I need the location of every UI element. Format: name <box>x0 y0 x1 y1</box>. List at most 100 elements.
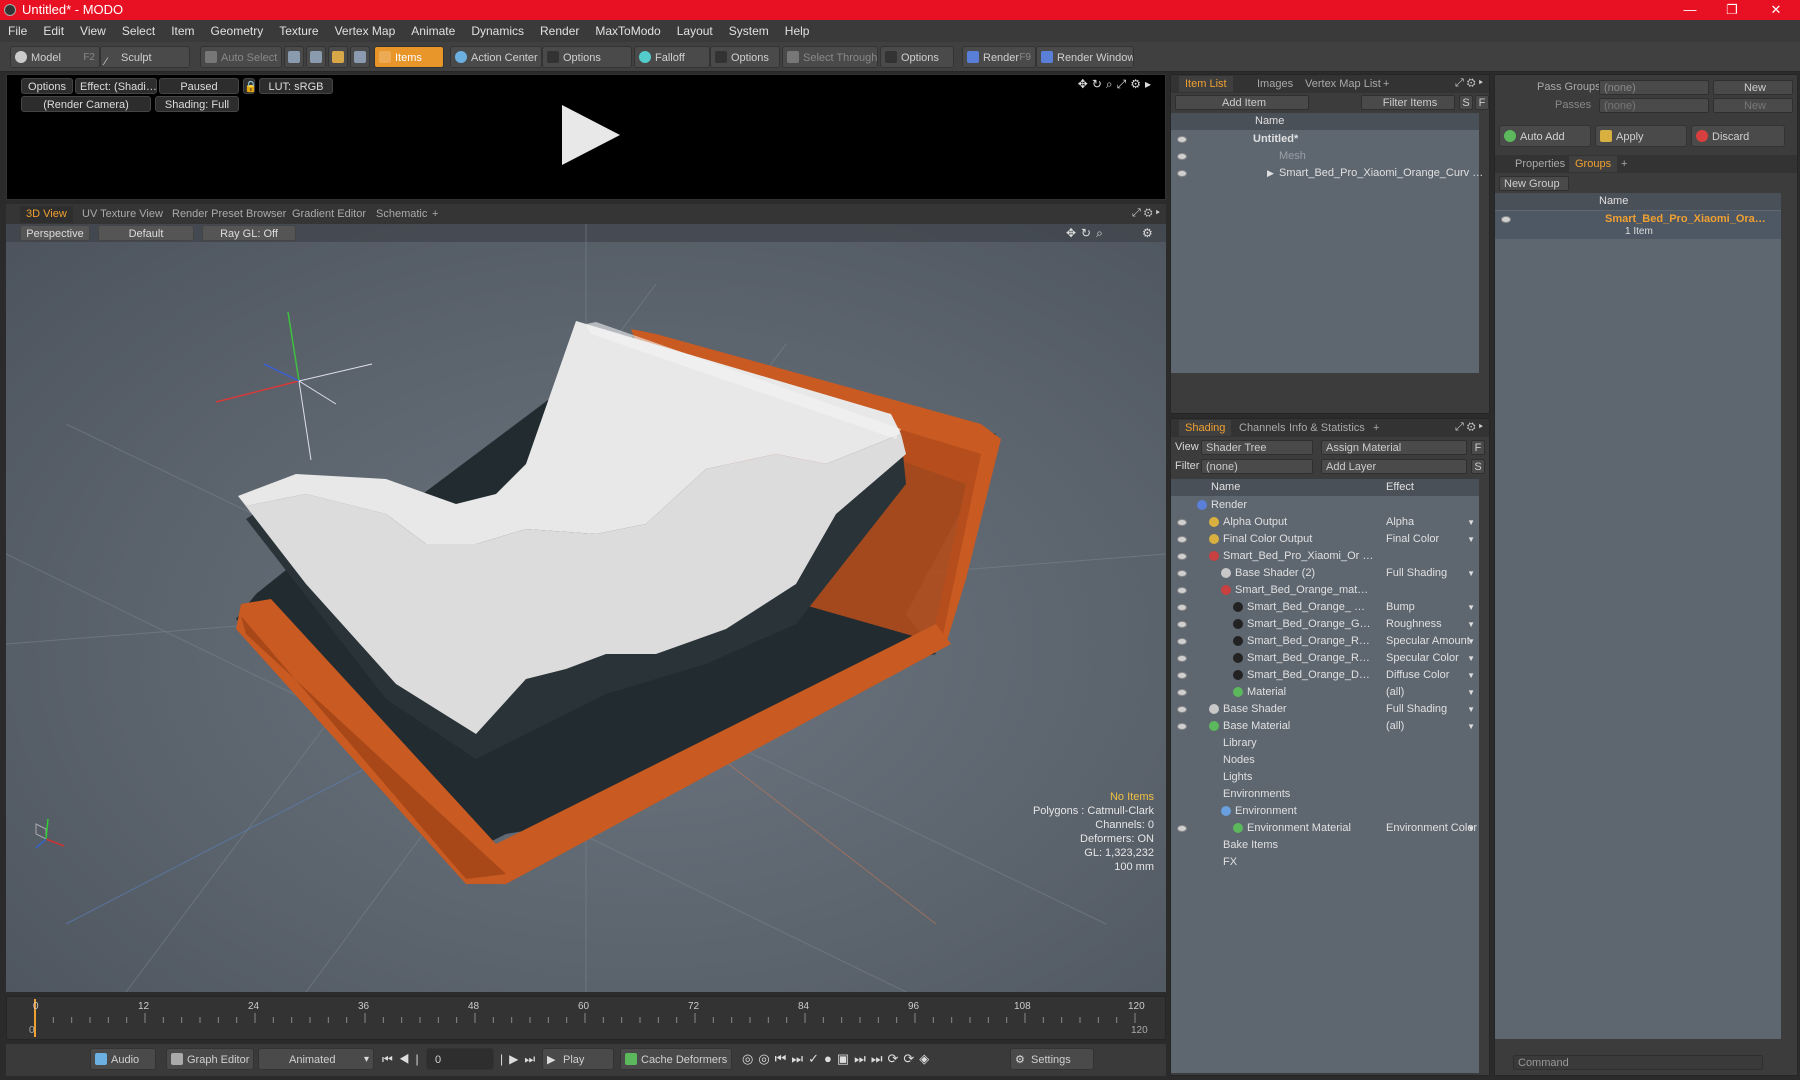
lut-dropdown[interactable]: LUT: sRGB <box>259 78 333 94</box>
items-mode-button[interactable]: Items <box>374 46 444 68</box>
visibility-eye-icon[interactable] <box>1177 672 1187 679</box>
add-layer-dropdown[interactable]: Add Layer <box>1321 459 1467 474</box>
edges-mode-icon[interactable] <box>306 46 326 68</box>
shader-row-effect[interactable]: Full Shading <box>1386 565 1447 582</box>
group-row-bed[interactable]: Smart_Bed_Pro_Xiaomi_Ora… 1 Item <box>1495 211 1781 239</box>
polygons-mode-icon[interactable] <box>328 46 348 68</box>
menu-edit[interactable]: Edit <box>35 20 72 42</box>
3d-viewport[interactable]: Perspective Default Ray GL: Off ✥↻⌕ ⚙ No… <box>6 224 1166 992</box>
menu-maxtomodo[interactable]: MaxToModo <box>587 20 668 42</box>
menu-layout[interactable]: Layout <box>669 20 721 42</box>
assign-material-dropdown[interactable]: Assign Material <box>1321 440 1467 455</box>
item-list-controls-icon[interactable]: ⤢ ⚙ ▸ <box>1455 77 1483 90</box>
tab-vertex-map-list[interactable]: Vertex Map List <box>1299 76 1387 92</box>
falloff-options-button[interactable]: Options <box>710 46 780 68</box>
shader-row[interactable]: Alpha Output Alpha ▼ <box>1171 514 1479 531</box>
shader-row[interactable]: Lights <box>1171 769 1479 786</box>
lock-icon[interactable]: 🔒 <box>243 78 255 94</box>
skip-back-icons[interactable]: ⏮◀| <box>382 1052 425 1067</box>
shader-row-effect[interactable]: Specular Color <box>1386 650 1459 667</box>
discard-button[interactable]: Discard <box>1691 125 1785 147</box>
visibility-eye-icon[interactable] <box>1177 570 1187 577</box>
select-options-button[interactable]: Options <box>880 46 954 68</box>
tab-shading-add[interactable]: + <box>1367 420 1385 436</box>
render-camera-dropdown[interactable]: (Render Camera) <box>21 96 151 112</box>
shader-row[interactable]: Smart_Bed_Pro_Xiaomi_Or … <box>1171 548 1479 565</box>
visibility-eye-icon[interactable] <box>1177 655 1187 662</box>
render-window-button[interactable]: Render Window <box>1036 46 1134 68</box>
chevron-down-icon[interactable]: ▼ <box>1467 667 1475 684</box>
shader-row-effect[interactable]: Alpha <box>1386 514 1414 531</box>
menu-vertex-map[interactable]: Vertex Map <box>327 20 404 42</box>
chevron-down-icon[interactable]: ▼ <box>1467 650 1475 667</box>
shader-row-effect[interactable]: Full Shading <box>1386 701 1447 718</box>
shader-row-effect[interactable]: Roughness <box>1386 616 1442 633</box>
menu-texture[interactable]: Texture <box>271 20 326 42</box>
item-row-bed[interactable]: ▶ Smart_Bed_Pro_Xiaomi_Orange_Curv … <box>1171 165 1483 182</box>
shader-row[interactable]: Smart_Bed_Orange_ … Bump ▼ <box>1171 599 1479 616</box>
chevron-down-icon[interactable]: ▼ <box>1467 684 1475 701</box>
render-nav-icons[interactable]: ✥↻⌕⤢⚙▸ <box>1078 77 1155 92</box>
menu-dynamics[interactable]: Dynamics <box>463 20 532 42</box>
skip-forward-icons[interactable]: |▶⏭ <box>500 1052 541 1067</box>
tab-add[interactable]: + <box>426 206 444 223</box>
shader-row-effect[interactable]: Specular Amount <box>1386 633 1470 650</box>
visibility-eye-icon[interactable] <box>1177 536 1187 543</box>
item-list-tree[interactable]: Name Untitled* Mesh ▶ Smart_Bed_Pro_Xiaom… <box>1171 113 1483 373</box>
shader-row[interactable]: Environment <box>1171 803 1479 820</box>
shader-tree[interactable]: Name Effect Render Alpha Output Alpha ▼ Fina… <box>1171 479 1479 1073</box>
settings-button[interactable]: ⚙ Settings <box>1010 1048 1094 1070</box>
menu-help[interactable]: Help <box>777 20 818 42</box>
chevron-down-icon[interactable]: ▼ <box>1467 820 1475 837</box>
menu-render[interactable]: Render <box>532 20 587 42</box>
menu-geometry[interactable]: Geometry <box>203 20 272 42</box>
tab-3d-view[interactable]: 3D View <box>20 206 73 223</box>
shader-row-effect[interactable]: Final Color <box>1386 531 1439 548</box>
auto-add-button[interactable]: Auto Add <box>1499 125 1591 147</box>
tab-images[interactable]: Images <box>1251 76 1299 92</box>
passes-dropdown[interactable]: (none) <box>1599 98 1709 113</box>
shader-row[interactable]: Base Shader Full Shading ▼ <box>1171 701 1479 718</box>
visibility-eye-icon[interactable] <box>1177 723 1187 730</box>
shader-row[interactable]: Environment Material Environment Color ▼ <box>1171 820 1479 837</box>
shader-row[interactable]: Final Color Output Final Color ▼ <box>1171 531 1479 548</box>
shader-row[interactable]: Smart_Bed_Orange_G… Roughness ▼ <box>1171 616 1479 633</box>
shader-row-effect[interactable]: Environment Color <box>1386 820 1477 837</box>
tab-render-preset-browser[interactable]: Render Preset Browser <box>166 206 292 223</box>
shader-row[interactable]: Render <box>1171 497 1479 514</box>
tab-shading[interactable]: Shading <box>1179 420 1232 436</box>
chevron-down-icon[interactable]: ▼ <box>1467 565 1475 582</box>
timeline[interactable]: 0 12 24 36 48 60 72 84 96 108 120 0 120 <box>6 996 1166 1040</box>
pass-groups-dropdown[interactable]: (none) <box>1599 80 1709 95</box>
chevron-down-icon[interactable]: ▼ <box>1467 701 1475 718</box>
chevron-down-icon[interactable]: ▼ <box>1467 633 1475 650</box>
tab-item-list[interactable]: Item List <box>1179 76 1233 92</box>
visibility-eye-icon[interactable] <box>1177 689 1187 696</box>
visibility-eye-icon[interactable] <box>1177 638 1187 645</box>
shader-row[interactable]: Bake Items <box>1171 837 1479 854</box>
close-button[interactable]: ✕ <box>1756 0 1796 20</box>
view-dropdown[interactable]: Shader Tree <box>1201 440 1313 455</box>
chevron-down-icon[interactable]: ▼ <box>1467 514 1475 531</box>
new-pass-button[interactable]: New <box>1713 98 1793 113</box>
tab-gradient-editor[interactable]: Gradient Editor <box>286 206 372 223</box>
shader-row[interactable]: Smart_Bed_Orange_R… Specular Amount ▼ <box>1171 633 1479 650</box>
materials-mode-icon[interactable] <box>350 46 370 68</box>
new-pass-group-button[interactable]: New <box>1713 80 1793 95</box>
shader-row[interactable]: Material (all) ▼ <box>1171 684 1479 701</box>
add-item-dropdown[interactable]: Add Item <box>1175 95 1309 110</box>
render-options-button[interactable]: Options <box>21 78 73 94</box>
visibility-eye-icon[interactable] <box>1177 553 1187 560</box>
shader-row[interactable]: Smart_Bed_Orange_mat… <box>1171 582 1479 599</box>
select-through-button[interactable]: Select Through <box>782 46 878 68</box>
tab-schematic[interactable]: Schematic <box>370 206 433 223</box>
vertices-mode-icon[interactable] <box>284 46 304 68</box>
render-paused-toggle[interactable]: Paused <box>159 78 239 94</box>
visibility-eye-icon[interactable] <box>1177 621 1187 628</box>
viewport-tab-controls-icon[interactable]: ⤢ ⚙ ▸ <box>1132 207 1160 220</box>
tab-info-statistics[interactable]: Info & Statistics <box>1283 420 1371 436</box>
apply-button[interactable]: Apply <box>1595 125 1687 147</box>
item-row-mesh[interactable]: Mesh <box>1171 148 1479 165</box>
cache-deformers-button[interactable]: Cache Deformers <box>620 1048 732 1070</box>
shading-s-button[interactable]: S <box>1471 459 1485 474</box>
